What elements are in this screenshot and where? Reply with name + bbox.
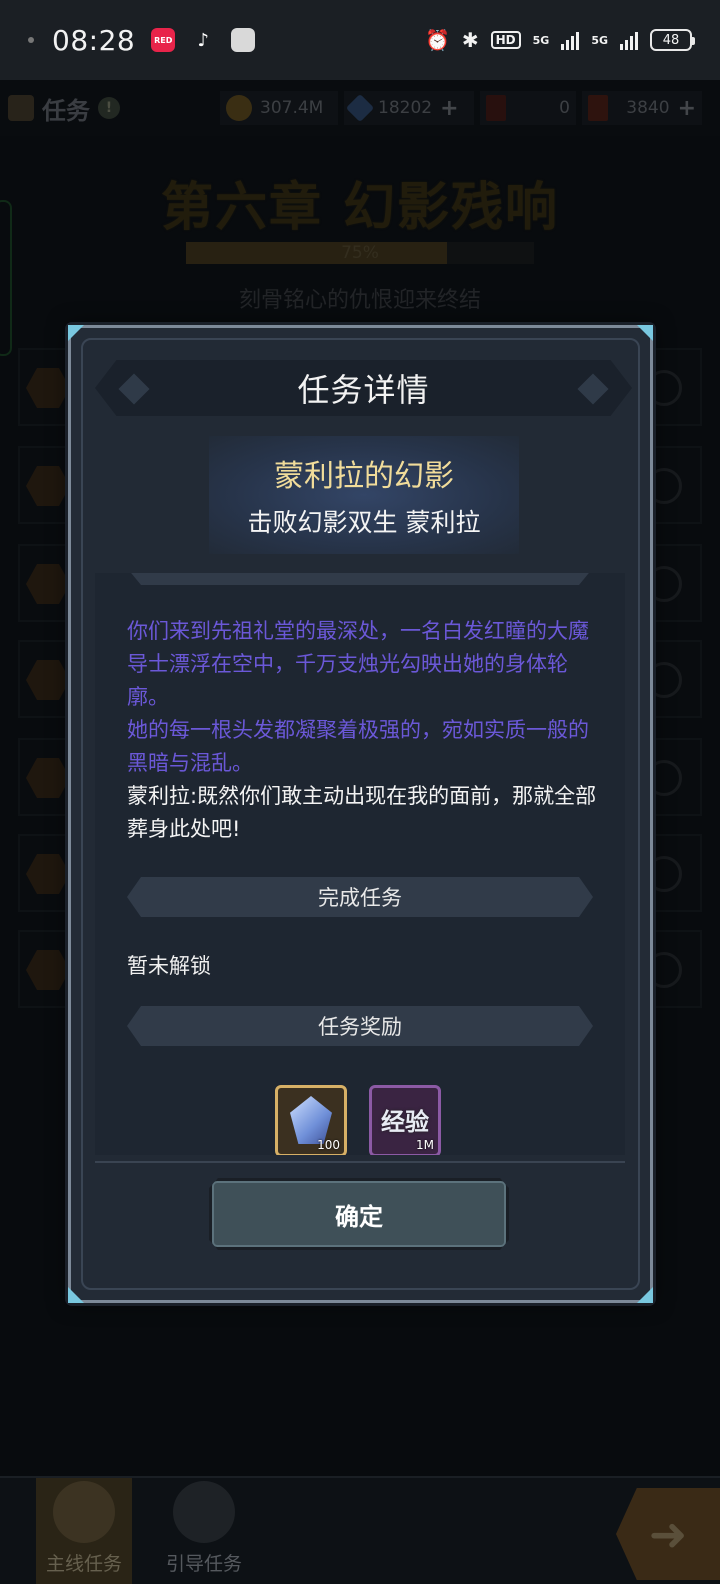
notification-dot [28,37,34,43]
tab-label: 引导任务 [165,1553,242,1575]
arrow-right-icon: ➜ [648,1507,688,1561]
quest-card: 蒙利拉的幻影 击败幻影双生 蒙利拉 [209,436,519,554]
divider [95,1161,625,1163]
confirm-button[interactable]: 确定 [209,1178,509,1250]
section-header-clipped [127,573,593,585]
story-dialogue: 蒙利拉:既然你们敢主动出现在我的面前，那就全部葬身此处吧! [127,784,597,841]
alarm-icon: ⏰ [424,28,450,52]
bottom-nav: 主线任务 引导任务 ➜ [0,1476,720,1584]
corner-ornament [637,325,653,341]
tab-guide-quest[interactable]: 引导任务 [156,1478,252,1584]
unlock-status: 暂未解锁 [127,954,211,978]
diamond-ornament-icon [577,373,609,405]
diamond-ornament-icon [118,373,150,405]
signal-label-1: 5G [532,33,550,47]
scroll-icon [53,1481,115,1543]
blue-crystal-icon [290,1096,332,1144]
signal-label-2: 5G [591,33,608,47]
signal-icon-2 [620,30,638,50]
corner-ornament [68,325,84,341]
story-paragraph: 你们来到先祖礼堂的最深处，一名白发红瞳的大魔导士漂浮在空中，千万支烛光勾映出她的… [127,619,589,709]
xiaohongshu-icon: RED [151,28,176,52]
quest-story: 你们来到先祖礼堂的最深处，一名白发红瞳的大魔导士漂浮在空中，千万支烛光勾映出她的… [127,615,597,846]
corner-ornament [637,1287,653,1303]
corner-ornament [68,1287,84,1303]
modal-header: 任务详情 [95,360,632,416]
quest-detail-modal: 任务详情 蒙利拉的幻影 击败幻影双生 蒙利拉 你们来到先祖礼堂的最深处，一名白发… [68,325,653,1303]
battery-icon: 48 [650,29,695,51]
reward-crystal[interactable]: 100 [275,1085,347,1155]
quest-name: 蒙利拉的幻影 [274,459,454,494]
reward-amount: 100 [317,1138,340,1152]
experience-icon: 经验 [381,1108,429,1136]
status-time: 08:28 [52,23,136,57]
signal-icon [561,30,580,50]
bluetooth-icon: ✱ [461,28,479,52]
app-icon [231,28,256,52]
reward-amount: 1M [416,1138,434,1152]
hd-icon: HD [490,31,521,49]
bone-scroll-icon [173,1481,235,1543]
tab-label: 主线任务 [45,1553,122,1575]
tiktok-icon: ♪ [197,29,209,51]
quest-objective: 击败幻影双生 蒙利拉 [247,508,481,537]
tab-main-quest[interactable]: 主线任务 [36,1478,132,1584]
reward-experience[interactable]: 经验 1M [369,1085,441,1155]
section-header-complete: 完成任务 [127,877,593,917]
quest-content-scroll[interactable]: 你们来到先祖礼堂的最深处，一名白发红瞳的大魔导士漂浮在空中，千万支烛光勾映出她的… [95,573,625,1155]
modal-title: 任务详情 [297,371,430,409]
story-paragraph: 她的每一根头发都凝聚着极强的，宛如实质一般的黑暗与混乱。 [127,718,589,775]
section-header-reward: 任务奖励 [127,1006,593,1046]
status-icons: ⏰ ✱ HD 5G 5G 48 [424,28,695,52]
next-arrow-button[interactable]: ➜ [616,1488,720,1580]
status-bar: 08:28 RED ♪ ⏰ ✱ HD 5G 5G 48 [0,0,720,80]
